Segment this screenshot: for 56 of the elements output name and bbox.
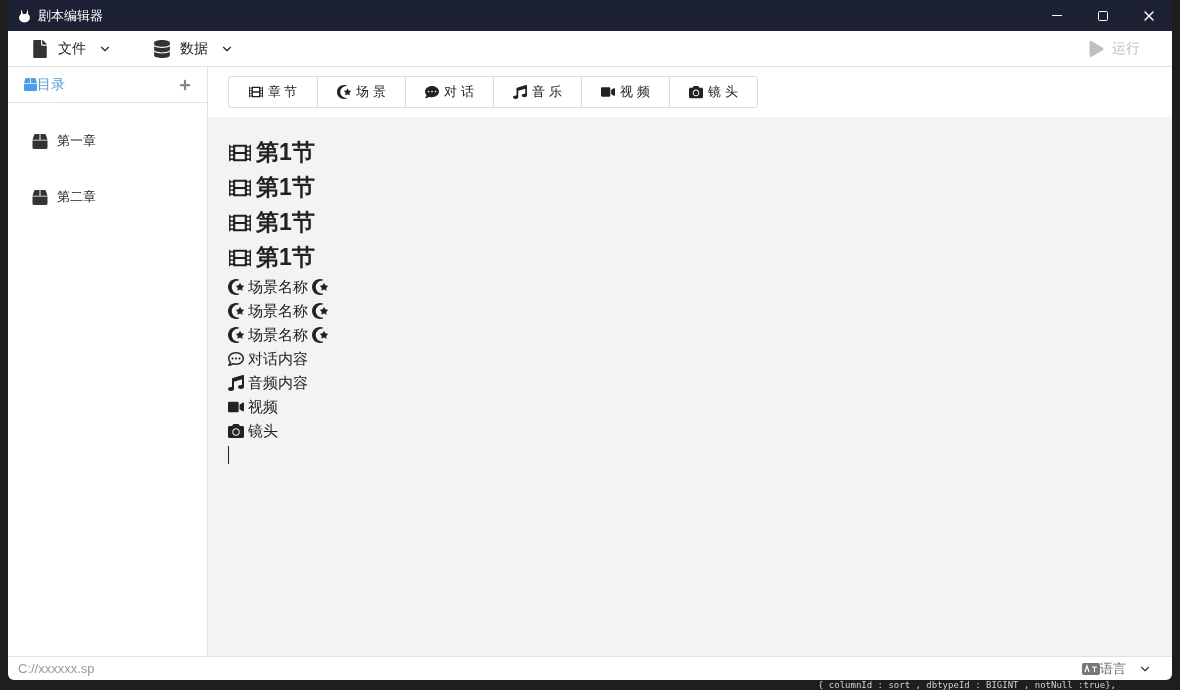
file-icon xyxy=(32,39,48,58)
crescent-star-icon xyxy=(312,303,328,319)
video-camera-icon xyxy=(228,399,244,415)
crescent-star-icon xyxy=(228,279,244,295)
video-camera-icon xyxy=(601,85,616,99)
crescent-star-icon xyxy=(228,303,244,319)
play-icon xyxy=(1089,40,1104,57)
minimize-icon xyxy=(1052,15,1062,16)
file-path: C://xxxxxx.sp xyxy=(18,659,95,678)
toolbar-button[interactable]: 章 节 xyxy=(229,77,317,107)
box-icon xyxy=(32,189,48,205)
translate-icon xyxy=(1082,662,1100,675)
crescent-star-icon xyxy=(312,327,328,343)
crescent-star-icon xyxy=(228,327,244,343)
sidebar-item[interactable]: 第一章 xyxy=(8,113,207,169)
window-title: 剧本编辑器 xyxy=(38,6,103,25)
scene-name: 场景名称 xyxy=(248,300,308,321)
crescent-star-icon xyxy=(312,279,328,295)
sidebar-item[interactable]: 第二章 xyxy=(8,169,207,225)
add-button[interactable] xyxy=(179,78,191,91)
chapter-heading: 第1节 xyxy=(256,208,315,238)
scene-name: 场景名称 xyxy=(248,324,308,345)
editor-area[interactable]: 第1节 第1节 第1节 第1节 场景名称 场景名称 场景名称 对话内容 音频内容 视频 镜头 xyxy=(208,117,1172,656)
chapter-heading: 第1节 xyxy=(256,243,315,273)
language-button[interactable]: 语言 xyxy=(1082,658,1152,679)
camera-icon xyxy=(689,85,704,99)
dialogue-text: 对话内容 xyxy=(248,348,308,369)
chapter-heading: 第1节 xyxy=(256,138,315,168)
sidebar-title: 目录 xyxy=(37,75,65,94)
background-code: { columnId : sort , dbtypeId : BIGINT , notNull :true}, xyxy=(818,681,1116,690)
box-icon xyxy=(32,133,48,149)
text-cursor xyxy=(228,446,229,464)
box-icon xyxy=(24,78,37,91)
menu-button[interactable]: 数据 xyxy=(154,31,234,66)
chapter-heading: 第1节 xyxy=(256,173,315,203)
rabbit-icon xyxy=(18,8,31,23)
toolbar-button[interactable]: 场 景 xyxy=(317,77,405,107)
video-text: 视频 xyxy=(248,396,278,417)
music-note-icon xyxy=(513,85,528,99)
toolbar-button[interactable]: 对 话 xyxy=(405,77,493,107)
menu-button[interactable]: 文件 xyxy=(32,31,112,66)
music-note-icon xyxy=(228,375,244,391)
maximize-icon xyxy=(1097,9,1109,22)
audio-text: 音频内容 xyxy=(248,372,308,393)
toolbar-button[interactable]: 视 频 xyxy=(581,77,669,107)
shot-text: 镜头 xyxy=(248,420,278,441)
scene-name: 场景名称 xyxy=(248,276,308,297)
speech-bubble-icon xyxy=(228,351,244,367)
camera-icon xyxy=(228,423,244,439)
speech-bubble-icon xyxy=(425,85,440,99)
plus-icon xyxy=(179,78,191,91)
film-icon xyxy=(248,85,263,99)
crescent-star-icon xyxy=(337,85,352,99)
toolbar-button[interactable]: 镜 头 xyxy=(669,77,757,107)
database-icon xyxy=(154,39,170,58)
toolbar-button[interactable]: 音 乐 xyxy=(493,77,581,107)
